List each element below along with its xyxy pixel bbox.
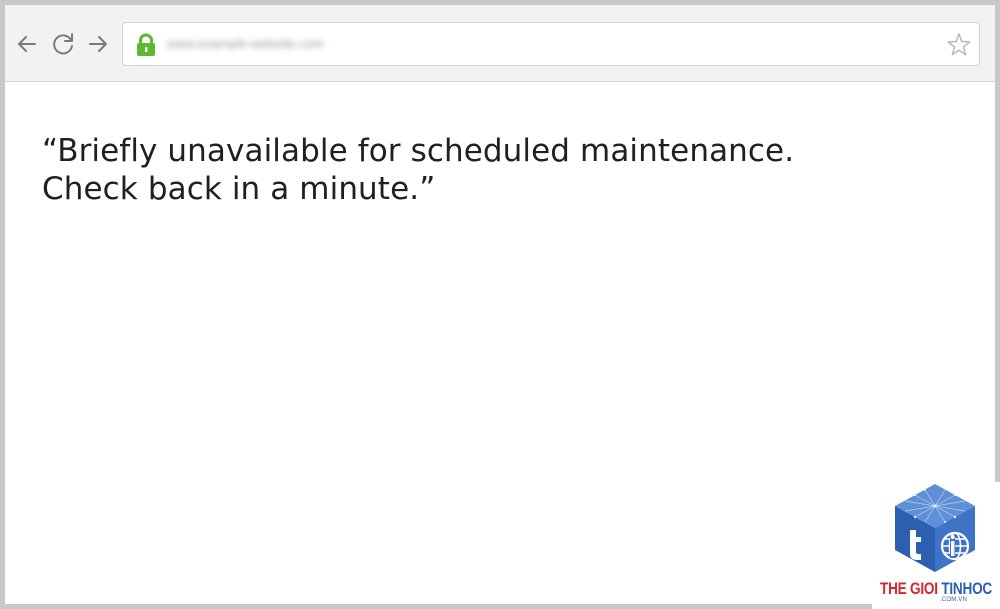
message-line-1: “Briefly unavailable for scheduled maint… xyxy=(42,133,795,169)
message-line-2: Check back in a minute.” xyxy=(42,171,436,207)
reload-icon xyxy=(53,33,73,55)
arrow-right-icon xyxy=(89,36,107,52)
watermark: THE GIOI TINHOC .COM.VN xyxy=(872,482,1000,609)
star-icon[interactable] xyxy=(945,31,973,59)
back-button[interactable] xyxy=(13,30,41,58)
url-text[interactable]: www.example-website.com xyxy=(167,36,345,52)
watermark-domain: .COM.VN xyxy=(940,597,968,603)
address-bar[interactable]: www.example-website.com xyxy=(122,22,980,66)
page-content: “Briefly unavailable for scheduled maint… xyxy=(5,82,995,604)
browser-toolbar: www.example-website.com xyxy=(5,5,995,82)
maintenance-message: “Briefly unavailable for scheduled maint… xyxy=(42,132,922,208)
browser-window: www.example-website.com “Briefly unavail… xyxy=(5,5,995,604)
reload-button[interactable] xyxy=(49,30,77,58)
watermark-brand-part1: THE GIOI xyxy=(880,579,942,598)
forward-button[interactable] xyxy=(84,30,112,58)
arrow-left-icon xyxy=(18,36,36,52)
lock-icon xyxy=(137,33,155,56)
watermark-brand: THE GIOI TINHOC xyxy=(880,579,992,599)
watermark-brand-part2: TINHOC xyxy=(941,579,993,598)
cube-logo-icon xyxy=(895,484,975,572)
